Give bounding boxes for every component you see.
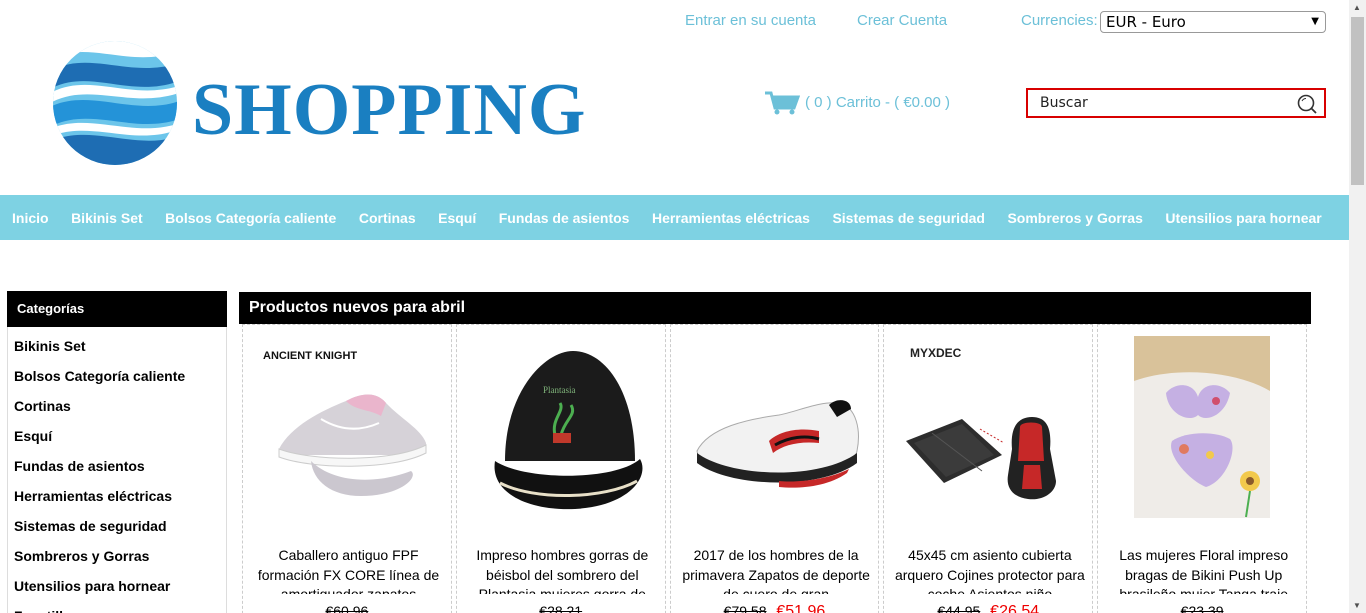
search-icon[interactable] (1296, 93, 1318, 115)
currency-label: Currencies: (1021, 12, 1098, 29)
site-header: SHOPPING Entrar en su cuenta Crear Cuent… (0, 0, 1349, 195)
category-item[interactable]: Esquí (8, 421, 226, 451)
price-regular: €28.21 (539, 603, 583, 613)
category-item[interactable]: Zapatillas y cuero (8, 601, 226, 613)
category-item[interactable]: Fundas de asientos (8, 451, 226, 481)
new-products-section: Productos nuevos para abril ANCIENT KNIG… (239, 292, 1311, 613)
product-price: €60.96 (243, 603, 451, 613)
price-regular: €44.95 (937, 603, 981, 613)
scroll-down-icon[interactable]: ▼ (1353, 601, 1361, 610)
category-sidebar: Categorías Bikinis Set Bolsos Categoría … (7, 291, 227, 613)
brand-label: MYXDEC (910, 346, 962, 360)
category-item[interactable]: Cortinas (8, 391, 226, 421)
site-logo[interactable]: SHOPPING (52, 40, 585, 170)
section-title: Productos nuevos para abril (239, 292, 1311, 324)
category-item[interactable]: Utensilios para hornear (8, 571, 226, 601)
nav-item-inicio[interactable]: Inicio (12, 210, 49, 226)
nav-item-bolsos[interactable]: Bolsos Categoría caliente (165, 210, 336, 226)
nav-item-sistemas[interactable]: Sistemas de seguridad (832, 210, 985, 226)
nav-item-cortinas[interactable]: Cortinas (359, 210, 416, 226)
nav-item-herramientas[interactable]: Herramientas eléctricas (652, 210, 810, 226)
logo-text: SHOPPING (192, 69, 587, 151)
logo-globe-icon (53, 41, 177, 165)
product-grid: ANCIENT KNIGHT Caballero antiguo FPF for… (239, 324, 1311, 613)
price-sale: €51.96 (776, 603, 826, 613)
product-title[interactable]: 45x45 cm asiento cubierta arquero Cojine… (888, 546, 1091, 594)
search-box (1026, 88, 1326, 118)
category-item[interactable]: Sistemas de seguridad (8, 511, 226, 541)
product-price: €79.58 €51.96 (671, 603, 879, 613)
product-title[interactable]: Las mujeres Floral impreso bragas de Bik… (1102, 546, 1305, 594)
nav-item-bikinis-set[interactable]: Bikinis Set (71, 210, 143, 226)
brand-label: ANCIENT KNIGHT (263, 350, 357, 362)
nav-item-esqui[interactable]: Esquí (438, 210, 476, 226)
cart-text: ( 0 ) Carrito - ( €0.00 ) (805, 94, 951, 111)
cap-product-image[interactable]: Plantasia (465, 331, 660, 526)
currency-value: EUR - Euro (1106, 13, 1186, 31)
login-link[interactable]: Entrar en su cuenta (685, 12, 816, 29)
category-item[interactable]: Sombreros y Gorras (8, 541, 226, 571)
product-card[interactable]: MYXDEC 45x45 cm asiento cubierta arquero… (883, 324, 1094, 613)
category-item[interactable]: Herramientas eléctricas (8, 481, 226, 511)
search-input[interactable] (1028, 90, 1278, 116)
nav-item-fundas[interactable]: Fundas de asientos (499, 210, 630, 226)
currency-select[interactable]: EUR - Euro ▼ (1100, 11, 1326, 33)
dropdown-arrow-icon: ▼ (1311, 16, 1319, 27)
category-list: Bikinis Set Bolsos Categoría caliente Co… (7, 327, 227, 613)
sidebar-title: Categorías (7, 291, 227, 327)
cart-icon (765, 91, 800, 115)
product-title[interactable]: Impreso hombres gorras de béisbol del so… (461, 546, 664, 594)
category-item[interactable]: Bikinis Set (8, 331, 226, 361)
category-item[interactable]: Bolsos Categoría caliente (8, 361, 226, 391)
product-card[interactable]: Las mujeres Floral impreso bragas de Bik… (1097, 324, 1307, 613)
product-title[interactable]: Caballero antiguo FPF formación FX CORE … (247, 546, 450, 594)
product-card[interactable]: Plantasia Impreso hombres gorras de béis… (455, 324, 666, 613)
bikini-product-image[interactable] (1106, 331, 1301, 526)
scroll-up-icon[interactable]: ▲ (1353, 3, 1361, 12)
price-regular: €60.96 (325, 603, 369, 613)
price-regular: €23.39 (1180, 603, 1224, 613)
nav-item-sombreros[interactable]: Sombreros y Gorras (1007, 210, 1142, 226)
product-title[interactable]: 2017 de los hombres de la primavera Zapa… (675, 546, 878, 594)
main-nav: Inicio Bikinis Set Bolsos Categoría cali… (0, 195, 1349, 240)
price-sale: €26.54 (990, 603, 1040, 613)
page-scrollbar[interactable]: ▲ ▼ (1349, 0, 1366, 613)
seat-protector-product-image[interactable]: MYXDEC (892, 331, 1087, 526)
scrollbar-thumb[interactable] (1351, 17, 1364, 185)
nav-item-utensilios[interactable]: Utensilios para hornear (1165, 210, 1321, 226)
sneaker-product-image[interactable]: ANCIENT KNIGHT (251, 331, 446, 526)
product-card[interactable]: 2017 de los hombres de la primavera Zapa… (669, 324, 880, 613)
product-card[interactable]: ANCIENT KNIGHT Caballero antiguo FPF for… (242, 324, 452, 613)
create-account-link[interactable]: Crear Cuenta (857, 12, 947, 29)
leather-shoe-product-image[interactable] (679, 331, 874, 526)
product-price: €23.39 (1098, 603, 1306, 613)
brand-label: Plantasia (543, 385, 576, 395)
product-price: €28.21 (457, 603, 665, 613)
price-regular: €79.58 (723, 603, 767, 613)
product-price: €44.95 €26.54 (884, 603, 1092, 613)
